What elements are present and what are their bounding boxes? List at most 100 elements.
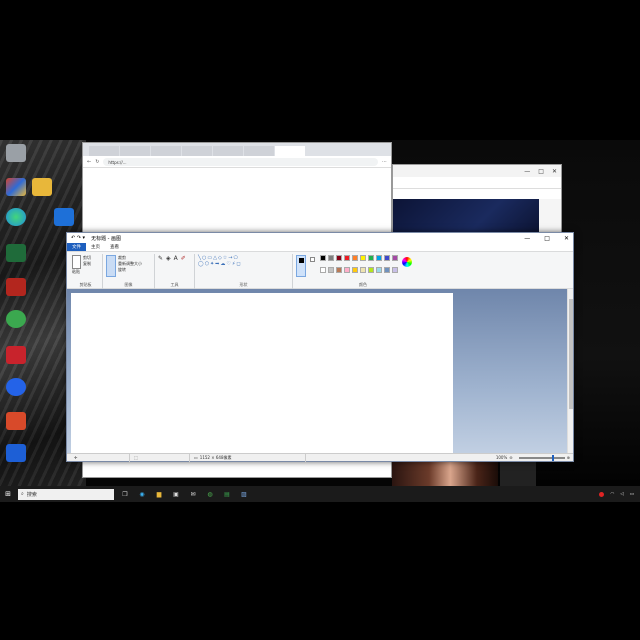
color-swatch[interactable] (392, 266, 398, 273)
color-swatch[interactable] (384, 255, 390, 261)
browser-tab[interactable] (89, 146, 119, 156)
edit-colors-button[interactable] (402, 257, 412, 267)
app-icon-shield[interactable] (6, 412, 26, 430)
color-swatch[interactable] (352, 266, 358, 273)
paste-button[interactable]: 粘贴 (72, 269, 99, 275)
tools-group: ✎ ◈ A ✐ 工具 (155, 254, 195, 289)
select-icon[interactable] (106, 255, 116, 277)
paint-window[interactable]: ↶ ↷ ▾ 无标题 - 画图 — □ ✕ 文件 主页 查看 剪切 复制 粘贴 剪… (66, 232, 574, 462)
notification-icon[interactable]: ▭ (630, 492, 634, 497)
mail-icon[interactable]: ✉ (187, 488, 199, 500)
browser-tab-active[interactable] (275, 146, 305, 156)
photo-thumbnail (392, 458, 498, 486)
edge-taskbar-icon[interactable]: ◉ (136, 488, 148, 500)
recycle-bin-icon[interactable] (6, 144, 26, 162)
close-button[interactable]: ✕ (552, 168, 557, 175)
menu-icon[interactable]: ⋯ (382, 159, 387, 165)
fill-icon[interactable]: ◈ (166, 255, 171, 262)
vertical-scrollbar[interactable] (567, 289, 573, 455)
tab-home[interactable]: 主页 (86, 243, 105, 251)
color-swatch[interactable] (328, 255, 334, 261)
color-swatch[interactable] (320, 255, 326, 261)
color-swatch[interactable] (320, 266, 326, 273)
terminal-icon[interactable] (6, 244, 26, 262)
color-swatch[interactable] (328, 266, 334, 273)
shapes-gallery-row2[interactable]: ◯⬡✦➡☁♡⚡◻ (198, 261, 289, 267)
record-icon[interactable] (599, 491, 605, 497)
copy-button[interactable]: 复制 (83, 261, 91, 267)
color-swatch[interactable] (336, 255, 342, 261)
clipboard-group: 剪切 复制 粘贴 剪贴板 (69, 254, 103, 289)
app-icon-f[interactable] (6, 378, 26, 396)
scrollbar-thumb[interactable] (569, 299, 573, 409)
taskbar: ⊞ ⌕ 搜索 ❐ ◉ ▆ ▣ ✉ ◍ ▤ ▨ ◠ ◁ ▭ (0, 486, 640, 502)
acrobat-icon[interactable] (6, 278, 26, 296)
paint-titlebar: ↶ ↷ ▾ 无标题 - 画图 — □ ✕ (67, 233, 573, 243)
color-swatch[interactable] (376, 266, 382, 273)
rotate-button[interactable]: 旋转 (118, 267, 142, 273)
color-swatch[interactable] (384, 266, 390, 273)
image-size-text: 1152 × 648像素 (199, 454, 232, 460)
color-swatch[interactable] (344, 255, 350, 261)
task-view-icon[interactable]: ❐ (119, 488, 131, 500)
minimize-button[interactable]: — (524, 235, 530, 242)
app-icon-blue-chat[interactable] (6, 444, 26, 462)
tab-file[interactable]: 文件 (67, 243, 86, 251)
zoom-out-button[interactable]: ⊖ (509, 455, 512, 460)
maximize-button[interactable]: □ (544, 235, 550, 242)
brush-icon[interactable]: ✐ (181, 255, 186, 262)
browser-tab[interactable] (182, 146, 212, 156)
color-swatch[interactable] (376, 255, 382, 261)
app-icon-red[interactable] (6, 346, 26, 364)
taskbar-search[interactable]: ⌕ 搜索 (18, 488, 114, 500)
minimize-button[interactable]: — (524, 168, 530, 175)
color1-selector[interactable] (296, 255, 306, 277)
drawing-canvas[interactable] (71, 293, 453, 455)
wechat-icon[interactable] (6, 310, 26, 328)
close-button[interactable]: ✕ (564, 235, 569, 242)
back-icon[interactable]: ← (87, 159, 91, 165)
color2-selector[interactable] (309, 255, 317, 277)
paste-icon[interactable] (72, 255, 81, 269)
address-bar[interactable]: https://... (103, 157, 378, 166)
browser-tab[interactable] (120, 146, 150, 156)
browser-window-right[interactable]: — □ ✕ (392, 164, 562, 235)
color-swatch[interactable] (360, 266, 366, 273)
browser-tab[interactable] (213, 146, 243, 156)
terminal-taskbar-icon[interactable]: ▤ (221, 488, 233, 500)
color-swatch[interactable] (368, 266, 374, 273)
start-button[interactable]: ⊞ (2, 488, 14, 500)
volume-icon[interactable]: ◁ (620, 492, 623, 497)
group-label-colors: 颜色 (359, 282, 367, 287)
browser-tab[interactable] (244, 146, 274, 156)
reload-icon[interactable]: ↻ (95, 159, 99, 165)
network-icon[interactable]: ◠ (610, 492, 614, 497)
tab-view[interactable]: 查看 (105, 243, 124, 251)
color-swatch[interactable] (352, 255, 358, 261)
app-icon-blue-m[interactable] (54, 208, 74, 226)
zoom-slider[interactable] (518, 454, 565, 461)
folder-icon[interactable] (32, 178, 52, 196)
color-swatch[interactable] (368, 255, 374, 261)
color-palette (320, 255, 399, 277)
quick-access-toolbar[interactable]: ↶ ↷ ▾ (71, 235, 85, 241)
scroll-area[interactable] (539, 199, 561, 235)
store-icon[interactable]: ▣ (170, 488, 182, 500)
color-swatch[interactable] (336, 266, 342, 273)
zoom-in-button[interactable]: ⊕ (567, 455, 570, 460)
edge-icon[interactable] (6, 208, 26, 226)
text-icon[interactable]: A (174, 255, 178, 262)
chrome-icon[interactable]: ◍ (204, 488, 216, 500)
color-swatch[interactable] (392, 255, 398, 261)
paint-taskbar-icon[interactable]: ▨ (238, 488, 250, 500)
file-explorer-icon[interactable]: ▆ (153, 488, 165, 500)
app-icon-colorful[interactable] (6, 178, 26, 196)
pencil-icon[interactable]: ✎ (158, 255, 163, 262)
selection-size: ⬚ (130, 453, 190, 462)
maximize-button[interactable]: □ (538, 168, 544, 175)
zoom-slider-knob[interactable] (551, 454, 554, 461)
color-swatch[interactable] (344, 266, 350, 273)
browser-tab[interactable] (151, 146, 181, 156)
color-swatch[interactable] (360, 255, 366, 261)
canvas-area (67, 289, 569, 455)
